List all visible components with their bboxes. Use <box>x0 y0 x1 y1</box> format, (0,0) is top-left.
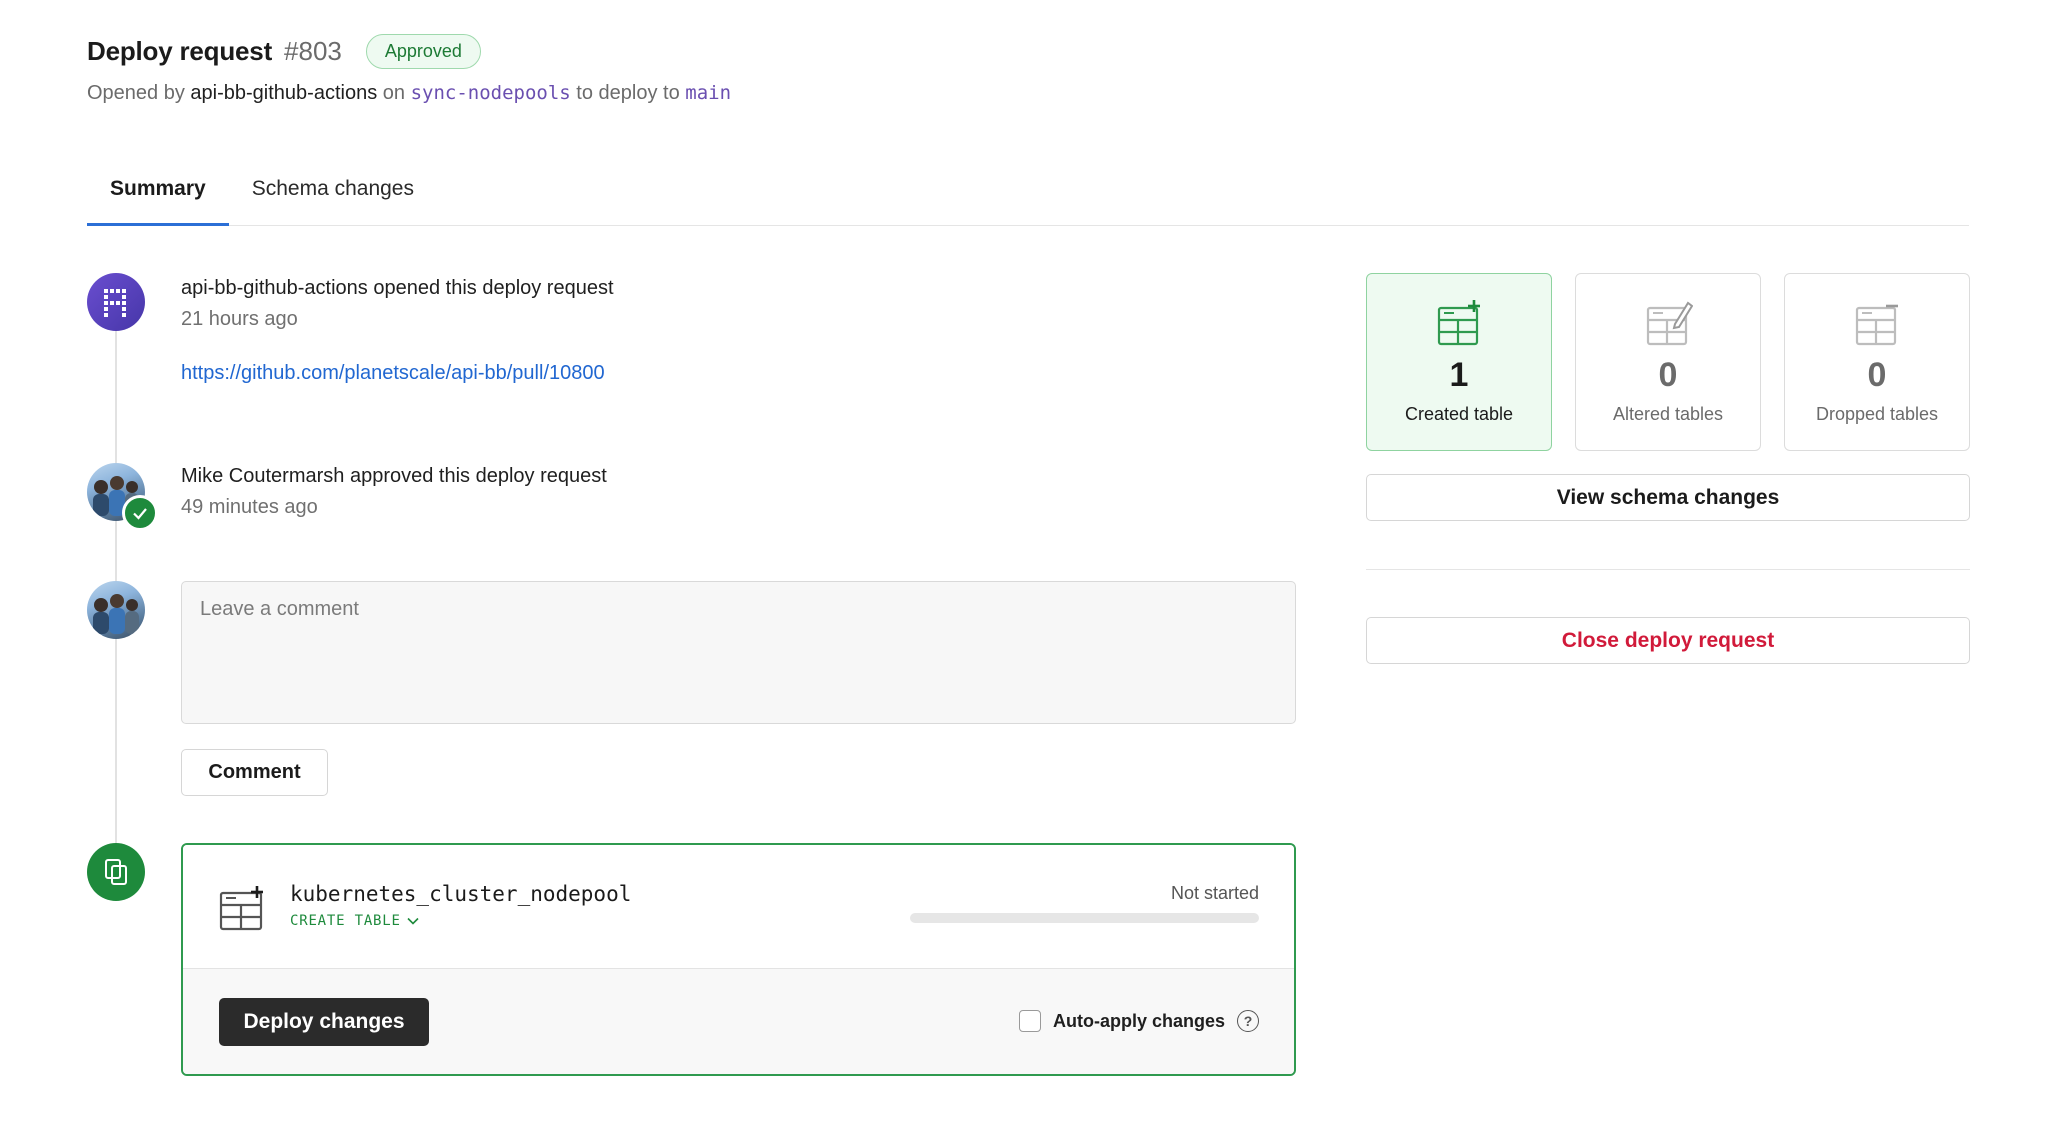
table-edit-icon <box>1646 301 1693 346</box>
chevron-down-icon <box>407 917 419 925</box>
auto-apply-label[interactable]: Auto-apply changes <box>1053 1011 1225 1032</box>
stat-altered-tables[interactable]: 0 Altered tables <box>1575 273 1761 451</box>
page-header: Deploy request #803 Approved <box>87 34 481 69</box>
timeline-line <box>115 300 117 860</box>
approved-check-badge <box>122 495 158 531</box>
deploy-request-number: #803 <box>284 36 342 66</box>
pull-request-link[interactable]: https://github.com/planetscale/api-bb/pu… <box>181 362 605 385</box>
auto-apply-control: Auto-apply changes ? <box>1018 1010 1259 1032</box>
view-schema-changes-button[interactable]: View schema changes <box>1366 474 1970 521</box>
comment-input[interactable] <box>181 581 1296 724</box>
planetscale-bot-icon <box>104 289 126 317</box>
sidebar-divider <box>1366 569 1970 570</box>
deploy-icon <box>105 859 127 885</box>
status-badge: Approved <box>365 34 481 69</box>
source-branch[interactable]: sync-nodepools <box>411 82 571 104</box>
created-label: Created table <box>1404 404 1514 424</box>
table-operation: CREATE TABLE <box>290 913 401 929</box>
close-deploy-request-button[interactable]: Close deploy request <box>1366 617 1970 664</box>
table-minus-icon <box>1855 304 1898 346</box>
deploy-card-actions: Deploy changes Auto-apply changes ? <box>183 969 1294 1074</box>
event-time: 49 minutes ago <box>181 496 318 518</box>
page-subtitle: Opened by api-bb-github-actions on sync-… <box>87 82 731 105</box>
event-opened: api-bb-github-actions opened this deploy… <box>181 277 614 300</box>
subtitle-prefix: Opened by <box>87 82 185 104</box>
deploy-card-table-row: kubernetes_cluster_nodepool CREATE TABLE… <box>183 845 1294 969</box>
deploy-status: Not started <box>1170 883 1259 903</box>
subtitle-on: on <box>382 82 406 104</box>
altered-label: Altered tables <box>1612 404 1724 424</box>
event-action: opened this deploy request <box>373 277 614 299</box>
event-opened-time: 21 hours ago <box>181 308 298 331</box>
deploy-progress-bar <box>910 913 1259 923</box>
event-approved: Mike Coutermarsh approved this deploy re… <box>181 465 607 488</box>
dropped-label: Dropped tables <box>1815 404 1939 424</box>
event-action: approved this deploy request <box>349 465 607 487</box>
dropped-count: 0 <box>1867 356 1887 394</box>
tab-bar: Summary Schema changes <box>87 165 1969 226</box>
stat-dropped-tables[interactable]: 0 Dropped tables <box>1784 273 1970 451</box>
page-title: Deploy request <box>87 36 273 66</box>
deploy-changes-button[interactable]: Deploy changes <box>219 998 429 1046</box>
altered-count: 0 <box>1658 356 1678 394</box>
tab-schema-changes[interactable]: Schema changes <box>229 165 437 226</box>
table-plus-icon <box>219 886 263 931</box>
table-plus-icon <box>1437 300 1480 346</box>
event-actor: api-bb-github-actions <box>181 277 368 299</box>
auto-apply-checkbox[interactable] <box>1018 1010 1041 1032</box>
current-user-avatar <box>87 581 145 639</box>
table-name: kubernetes_cluster_nodepool <box>290 882 632 906</box>
deploy-avatar <box>87 843 145 901</box>
stat-created-tables[interactable]: 1 Created table <box>1366 273 1552 451</box>
comment-button[interactable]: Comment <box>181 749 328 796</box>
tab-summary[interactable]: Summary <box>87 165 229 226</box>
target-branch[interactable]: main <box>685 82 731 104</box>
created-count: 1 <box>1449 356 1469 394</box>
check-icon <box>133 508 147 520</box>
author-name: api-bb-github-actions <box>190 82 378 104</box>
event-approved-time: 49 minutes ago <box>181 496 318 519</box>
event-actor: Mike Coutermarsh <box>181 465 345 487</box>
subtitle-to: to deploy to <box>576 82 680 104</box>
table-operation-toggle[interactable]: CREATE TABLE <box>290 913 419 929</box>
deploy-card: kubernetes_cluster_nodepool CREATE TABLE… <box>181 843 1296 1076</box>
group-photo-icon <box>93 594 139 634</box>
event-time: 21 hours ago <box>181 308 298 330</box>
bot-avatar <box>87 273 145 331</box>
help-icon[interactable]: ? <box>1237 1010 1259 1032</box>
